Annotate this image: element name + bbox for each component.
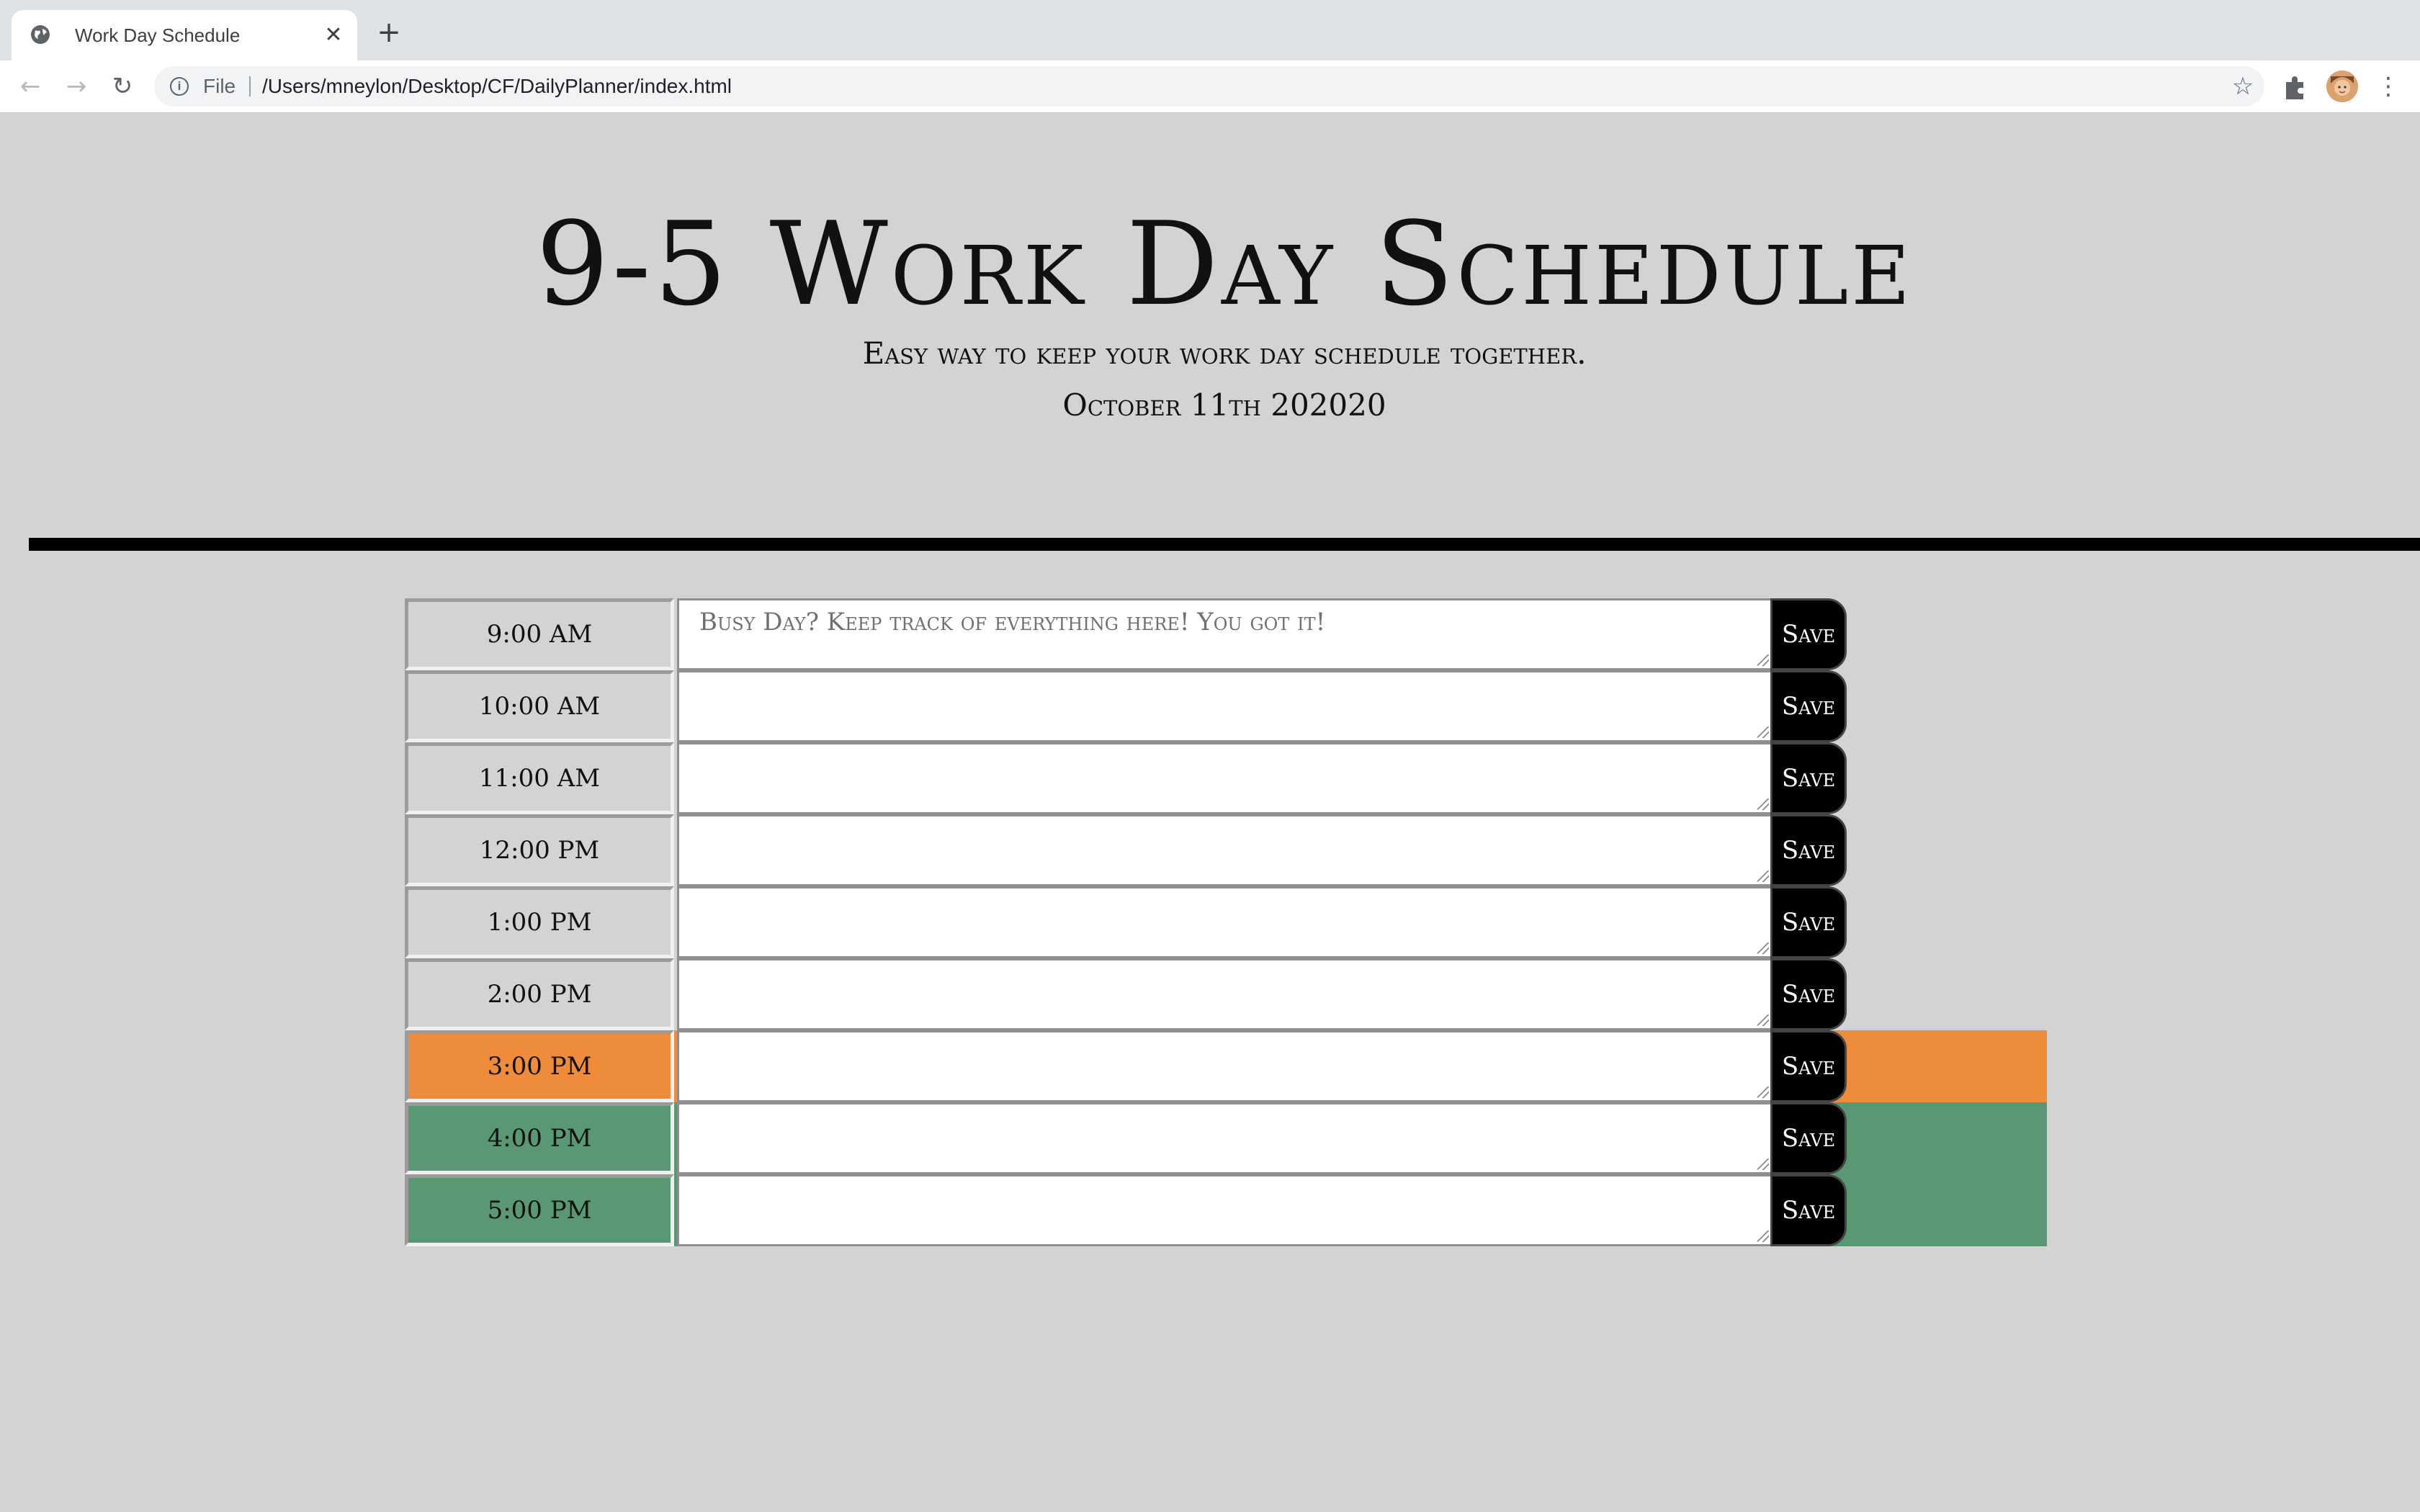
time-block-row: 5:00 PM Save — [405, 1174, 2047, 1246]
event-description-input[interactable] — [677, 958, 1773, 1030]
hour-label: 2:00 PM — [405, 958, 674, 1030]
hour-label: 10:00 AM — [405, 670, 674, 742]
save-button[interactable]: Save — [1770, 958, 1847, 1030]
browser-toolbar: ← → ↻ i File /Users/mneylon/Desktop/CF/D… — [0, 60, 2420, 113]
time-block-row: 12:00 PM Save — [405, 814, 2047, 886]
tab-title: Work Day Schedule — [75, 24, 241, 46]
page-content: 9-5 Work Day Schedule Easy way to keep y… — [0, 113, 2420, 1512]
browser-tabstrip: Work Day Schedule ✕ + — [0, 0, 2420, 60]
event-description-input[interactable] — [677, 742, 1773, 814]
event-description-input[interactable] — [677, 814, 1773, 886]
url-scheme-label: File — [203, 75, 236, 97]
browser-tab[interactable]: Work Day Schedule ✕ — [12, 10, 357, 60]
time-block-row: 10:00 AM Save — [405, 670, 2047, 742]
save-button[interactable]: Save — [1770, 598, 1847, 670]
close-icon[interactable]: ✕ — [321, 23, 346, 48]
event-description-input[interactable] — [677, 1030, 1773, 1102]
reload-icon[interactable]: ↻ — [107, 71, 138, 102]
time-block-row: 1:00 PM Save — [405, 886, 2047, 958]
current-day: October 11th 202020 — [1062, 387, 1386, 423]
event-description-input[interactable] — [677, 598, 1773, 670]
more-menu-icon[interactable]: ⋮ — [2374, 71, 2403, 102]
page-subtitle: Easy way to keep your work day schedule … — [862, 336, 1587, 371]
hour-label: 1:00 PM — [405, 886, 674, 958]
url-text[interactable]: /Users/mneylon/Desktop/CF/DailyPlanner/i… — [262, 74, 732, 99]
time-block-row: 9:00 AM Save — [405, 598, 2047, 670]
info-icon[interactable]: i — [170, 77, 189, 96]
save-button[interactable]: Save — [1770, 1030, 1847, 1102]
event-description-input[interactable] — [677, 886, 1773, 958]
save-button[interactable]: Save — [1770, 670, 1847, 742]
hour-label: 4:00 PM — [405, 1102, 674, 1174]
omnibox-separator — [249, 76, 251, 96]
avatar-face-icon — [2326, 71, 2358, 102]
hour-label: 9:00 AM — [405, 598, 674, 670]
header-divider — [29, 538, 2420, 551]
time-block-row: 4:00 PM Save — [405, 1102, 2047, 1174]
save-button[interactable]: Save — [1770, 814, 1847, 886]
extensions-puzzle-icon[interactable] — [2280, 72, 2311, 102]
hour-label: 11:00 AM — [405, 742, 674, 814]
event-description-input[interactable] — [677, 670, 1773, 742]
time-block-row: 2:00 PM Save — [405, 958, 2047, 1030]
event-description-input[interactable] — [677, 1102, 1773, 1174]
bookmark-star-icon[interactable]: ☆ — [2228, 72, 2257, 101]
save-button[interactable]: Save — [1770, 742, 1847, 814]
save-button[interactable]: Save — [1770, 886, 1847, 958]
save-button[interactable]: Save — [1770, 1174, 1847, 1246]
event-description-input[interactable] — [677, 1174, 1773, 1246]
forward-arrow-icon[interactable]: → — [60, 71, 92, 102]
new-tab-button[interactable]: + — [373, 17, 405, 49]
globe-icon — [31, 25, 50, 44]
time-block-row: 11:00 AM Save — [405, 742, 2047, 814]
address-bar[interactable]: i File /Users/mneylon/Desktop/CF/DailyPl… — [154, 66, 2264, 107]
hour-label: 3:00 PM — [405, 1030, 674, 1102]
save-button[interactable]: Save — [1770, 1102, 1847, 1174]
back-arrow-icon[interactable]: ← — [14, 71, 46, 102]
jumbotron: 9-5 Work Day Schedule Easy way to keep y… — [0, 113, 2420, 516]
hour-label: 12:00 PM — [405, 814, 674, 886]
time-block-row: 3:00 PM Save — [405, 1030, 2047, 1102]
profile-avatar[interactable] — [2326, 71, 2358, 102]
hour-label: 5:00 PM — [405, 1174, 674, 1246]
page-title: 9-5 Work Day Schedule — [535, 197, 1914, 331]
